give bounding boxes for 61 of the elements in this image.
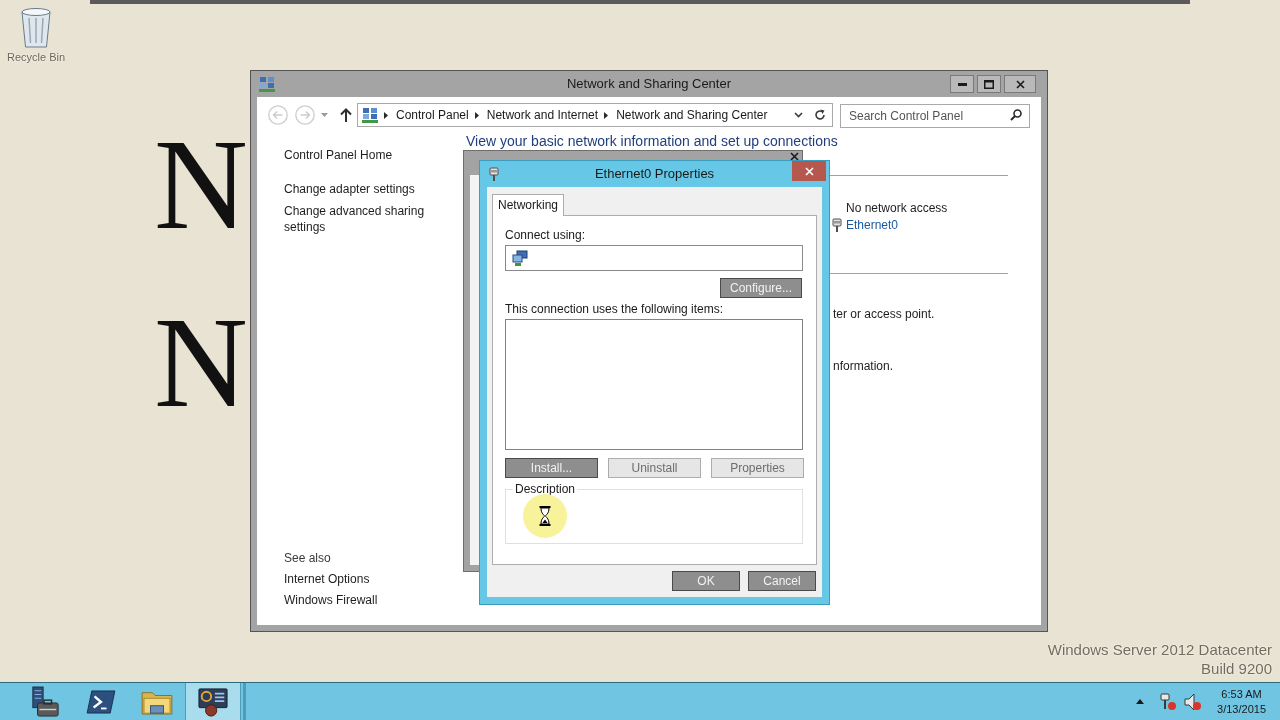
breadcrumb-link[interactable]: Control Panel <box>396 107 469 123</box>
window-title: Network and Sharing Center <box>567 76 731 92</box>
list-action-button[interactable]: Properties <box>711 458 804 478</box>
description-label: Description <box>514 482 577 496</box>
close-icon[interactable] <box>790 152 799 161</box>
close-icon <box>804 166 814 176</box>
sidebar-link[interactable]: Control Panel Home <box>284 147 393 163</box>
hourglass-cursor-icon <box>539 506 551 526</box>
minimize-icon <box>957 82 967 86</box>
refresh-icon[interactable] <box>814 109 826 121</box>
sidebar-link[interactable]: Change adapter settings <box>284 181 415 197</box>
tab[interactable]: Networking <box>492 194 565 216</box>
page-heading: View your basic network information and set up connections <box>466 133 838 149</box>
search-field[interactable]: Search Control Panel <box>840 104 1030 128</box>
plug-icon <box>489 167 499 181</box>
background-letter: N <box>154 119 248 249</box>
ethernet-plug-icon <box>832 218 842 232</box>
background-letter: N <box>154 297 248 427</box>
close-button[interactable] <box>1004 75 1036 93</box>
dialog-title: Ethernet0 Properties <box>594 166 715 182</box>
items-list-box[interactable] <box>505 319 803 450</box>
right-triangle-icon <box>604 111 609 119</box>
edition-text: Windows Server 2012 Datacenter <box>1047 640 1272 659</box>
right-triangle-icon <box>474 111 479 119</box>
clock-date[interactable]: 3/13/2015 <box>1217 701 1266 717</box>
maximize-icon <box>984 79 994 89</box>
monitor-gauge-icon <box>198 686 228 717</box>
maximize-button[interactable] <box>977 75 1001 93</box>
close-icon <box>1015 79 1025 89</box>
control-panel-icon <box>259 76 275 92</box>
search-icon[interactable] <box>1010 109 1022 121</box>
address-bar[interactable]: Control Panel Network and Internet Network and Sharing Center <box>357 103 833 127</box>
clock-time[interactable]: 6:53 AM <box>1221 686 1262 702</box>
connect-using-label: Connect using: <box>505 228 586 242</box>
minimize-button[interactable] <box>950 75 974 93</box>
taskbar-app-button[interactable] <box>185 683 241 720</box>
breadcrumb-link[interactable]: Network and Sharing Center <box>616 107 768 123</box>
terminal-icon <box>86 689 116 714</box>
access-type-text: No network access <box>846 200 948 216</box>
up-arrow-icon[interactable] <box>340 108 352 122</box>
caret-up-icon[interactable] <box>1136 699 1145 704</box>
sidebar-link[interactable]: Windows Firewall <box>284 592 378 608</box>
partial-text: nformation. <box>833 358 894 374</box>
partial-text: ter or access point. <box>833 306 935 322</box>
list-action-button[interactable]: Uninstall <box>608 458 701 478</box>
breadcrumb-link[interactable]: Network and Internet <box>486 107 599 123</box>
network-adapter-icon <box>512 250 528 266</box>
server-toolbox-icon <box>30 685 60 718</box>
right-triangle-icon <box>384 111 388 119</box>
control-panel-icon <box>362 107 378 123</box>
items-label: This connection uses the following items: <box>505 302 724 316</box>
network-status-icon[interactable] <box>1159 692 1178 711</box>
see-also-heading: See also <box>284 550 331 566</box>
sidebar-link[interactable]: Change advanced sharing settings <box>284 203 434 235</box>
desktop-icon-label[interactable]: Recycle Bin <box>6 51 66 64</box>
chevron-down-icon[interactable] <box>794 112 803 118</box>
speaker-icon[interactable] <box>1184 692 1203 711</box>
dropdown-caret-icon[interactable] <box>321 113 328 117</box>
connection-link[interactable]: Ethernet0 <box>846 217 899 233</box>
build-text: Build 9200 <box>1201 659 1272 678</box>
sidebar-link[interactable]: Internet Options <box>284 571 370 587</box>
